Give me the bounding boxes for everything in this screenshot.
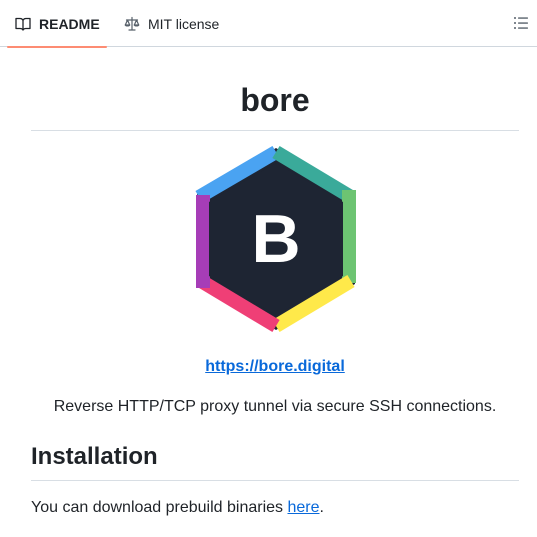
tab-readme[interactable]: README <box>7 0 107 48</box>
install-text: You can download prebuild binaries <box>31 499 288 516</box>
logo-letter: B <box>251 201 301 277</box>
installation-divider <box>31 480 519 481</box>
bore-logo: B <box>195 145 357 333</box>
tab-license[interactable]: MIT license <box>116 0 219 47</box>
book-icon <box>15 17 31 31</box>
title-divider <box>31 130 519 131</box>
scale-icon <box>124 16 140 31</box>
list-unordered-icon[interactable] <box>513 15 529 31</box>
download-here-link[interactable]: here <box>287 499 319 516</box>
installation-heading: Installation <box>31 443 158 470</box>
website-link[interactable]: https://bore.digital <box>31 356 519 378</box>
project-description: Reverse HTTP/TCP proxy tunnel via secure… <box>53 398 497 415</box>
install-text-end: . <box>319 499 324 516</box>
tab-readme-label: README <box>39 15 100 32</box>
readme-tab-bar: README MIT license <box>0 0 537 48</box>
installation-paragraph: You can download prebuild binaries here. <box>31 497 324 519</box>
readme-title: bore <box>240 82 310 118</box>
tab-license-label: MIT license <box>148 15 220 32</box>
